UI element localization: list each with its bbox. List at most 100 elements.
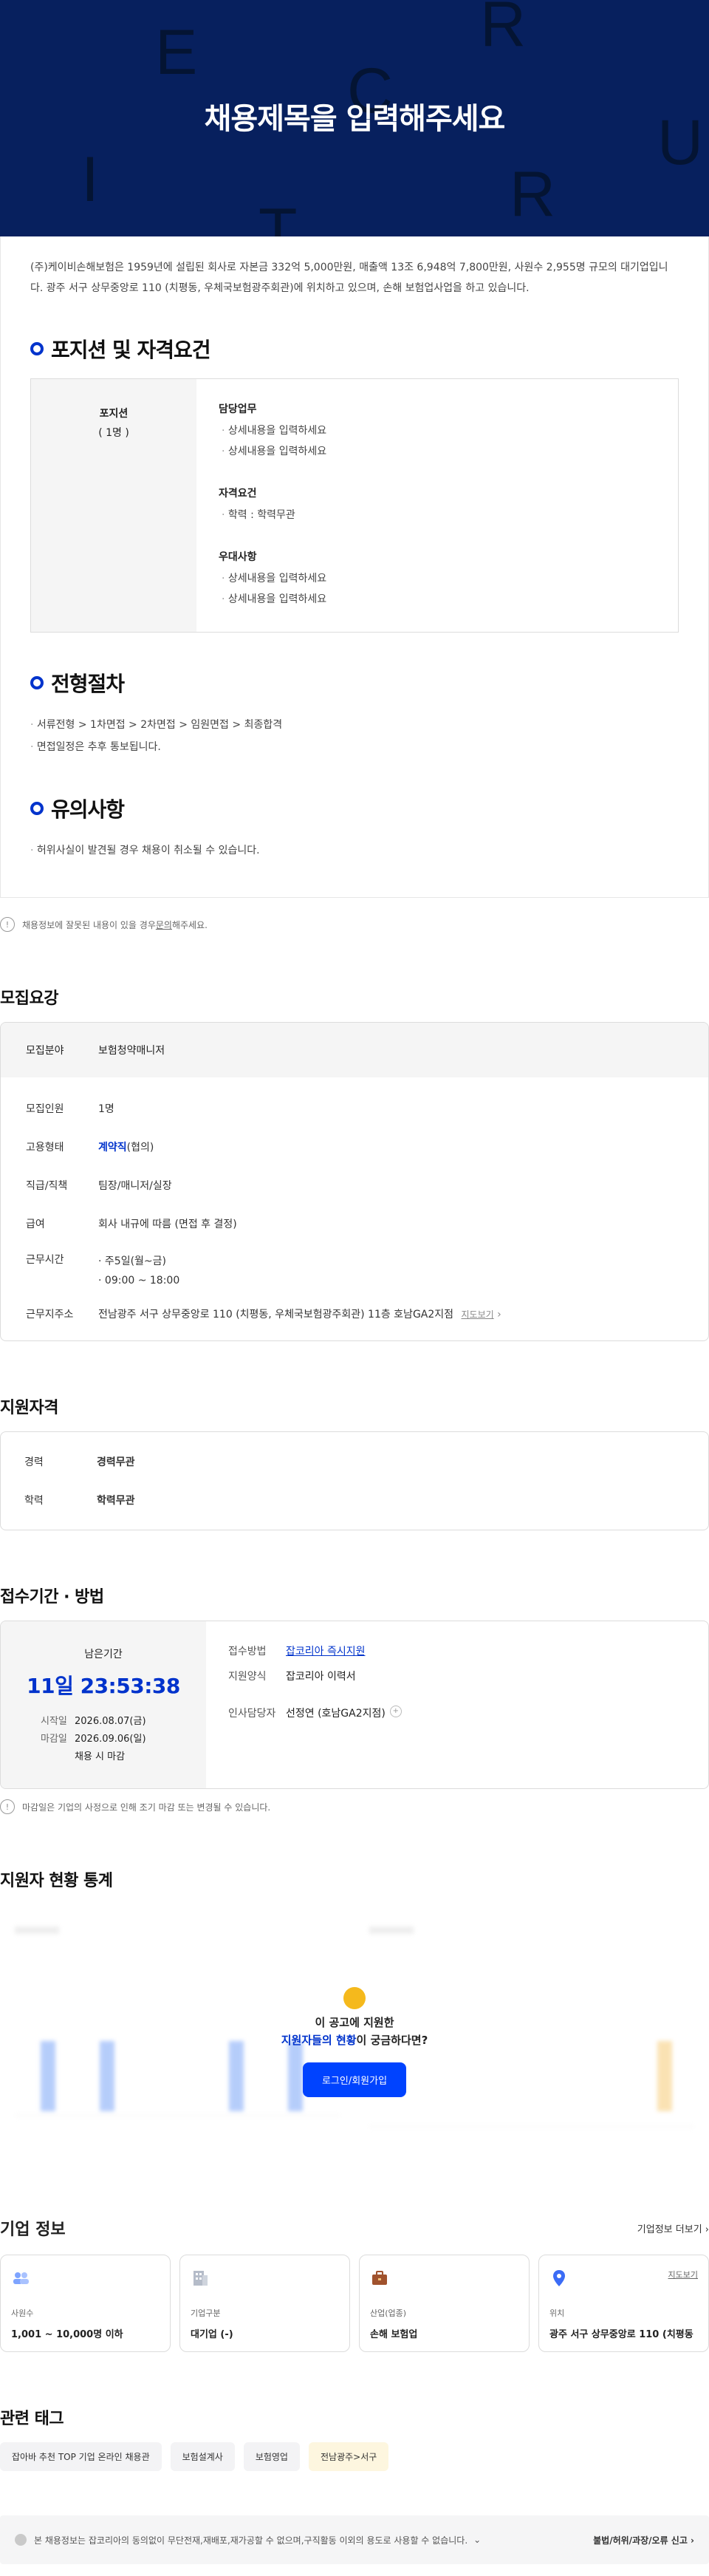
remain-label: 남은기간 <box>84 1649 123 1660</box>
list-item: 상세내용을 입력하세요 <box>219 420 656 441</box>
placeholder-bar <box>369 1926 414 1934</box>
add-icon[interactable]: + <box>389 1706 402 1717</box>
employment-note: (협의) <box>126 1142 154 1154</box>
instant-apply-link[interactable]: 잡코리아 즉시지원 <box>286 1643 366 1658</box>
copyright-note: 본 채용정보는 잡코리아의 동의없이 무단전재,재배포,재가공할 수 없으며,구… <box>15 2534 481 2546</box>
info-icon: ! <box>0 917 15 932</box>
table-row: 급여 회사 내규에 따름 (면접 후 결정) <box>1 1204 708 1243</box>
card-label: 사원수 <box>11 2308 34 2318</box>
row-value: 경력무관 <box>97 1456 135 1468</box>
card-label: 위치 <box>549 2308 565 2318</box>
apply-note: ! 마감일은 기업의 사정으로 인해 조기 마감 또는 변경될 수 있습니다. <box>0 1789 709 1814</box>
table-row: 직급/직책 팀장/매니저/실장 <box>1 1166 708 1204</box>
login-signup-button[interactable]: 로그인/회원가입 <box>302 2062 407 2097</box>
prompt-highlight: 지원자들의 현황 <box>281 2034 357 2047</box>
stats-login-prompt: 이 공고에 지원한 지원자들의 현황이 궁금하다면? 로그인/회원가입 <box>0 1987 709 2097</box>
row-value: · 주5일(월~금) · 09:00 ~ 18:00 <box>98 1252 179 1290</box>
card-value: 손해 보험업 <box>370 2329 418 2340</box>
row-label: 경력 <box>24 1456 44 1468</box>
report-link[interactable]: 불법/허위/과장/오류 신고 › <box>593 2534 694 2546</box>
company-card: 산업(업종) 손해 보험업 <box>359 2255 530 2352</box>
date-list: 시작일 2026.08.07(금) 마감일 2026.09.06(일) 채용 시 마… <box>1 1713 206 1766</box>
tags-title: 관련 태그 <box>0 2410 64 2428</box>
row-label: 학력 <box>24 1495 44 1507</box>
job-detail-body: (주)케이비손해보험은 1959년에 설립된 회사로 자본금 332억 5,00… <box>0 236 709 898</box>
section-title-text: 유의사항 <box>51 797 125 822</box>
chevron-right-icon: › <box>497 1309 501 1321</box>
duty-group: 담당업무 상세내용을 입력하세요 상세내용을 입력하세요 <box>219 401 656 462</box>
chevron-down-icon[interactable]: ⌄ <box>473 2535 481 2545</box>
placeholder-axis <box>369 2126 694 2127</box>
work-days: 주5일(월~금) <box>104 1255 166 1267</box>
tag-item[interactable]: 보험영업 <box>243 2442 300 2471</box>
table-row: 근무지주소 전남광주 서구 상무중앙로 110 (치평동, 우체국보험광주회관)… <box>1 1295 708 1333</box>
hero-letter: T <box>258 196 298 236</box>
copyright-text: 본 채용정보는 잡코리아의 동의없이 무단전재,재배포,재가공할 수 없으며,구… <box>34 2535 468 2546</box>
form-row: 지원양식 잡코리아 이력서 <box>228 1669 686 1683</box>
company-card: 사원수 1,001 ~ 10,000명 이하 <box>0 2255 171 2352</box>
start-date: 2026.08.07(금) <box>75 1716 146 1727</box>
report-text: 불법/허위/과장/오류 신고 <box>593 2535 688 2546</box>
row-value: 학력무관 <box>97 1495 135 1507</box>
thinking-face-icon <box>343 1987 366 2009</box>
list-item: 면접일정은 추후 통보됩니다. <box>30 736 679 758</box>
card-label: 기업구분 <box>191 2308 221 2318</box>
building-icon <box>193 2271 208 2286</box>
row-label: 근무시간 <box>26 1254 64 1266</box>
row-value: 회사 내규에 따름 (면접 후 결정) <box>98 1219 237 1230</box>
manager-label: 인사담당자 <box>228 1708 276 1720</box>
table-row: 고용형태 계약직(협의) <box>1 1128 708 1166</box>
section-title-text: 포지션 및 자격요건 <box>51 338 211 362</box>
table-row: 경력 경력무관 <box>24 1442 708 1481</box>
notice-list: 허위사실이 발견될 경우 채용이 취소될 수 있습니다. <box>30 839 679 862</box>
briefcase-icon <box>372 2271 387 2285</box>
list-item: 학력 : 학력무관 <box>219 505 656 525</box>
list-item: 상세내용을 입력하세요 <box>219 589 656 610</box>
chevron-right-icon: › <box>705 2224 709 2235</box>
apply-note-text: 마감일은 기업의 사정으로 인해 조기 마감 또는 변경될 수 있습니다. <box>22 1802 271 1813</box>
prompt-line2: 지원자들의 현황이 궁금하다면? <box>0 2031 709 2049</box>
section-title-notice: 유의사항 <box>30 794 679 823</box>
job-title: 채용제목을 입력해주세요 <box>204 102 506 136</box>
map-link[interactable]: 지도보기 <box>668 2269 698 2280</box>
company-more-link[interactable]: 기업정보 더보기 › <box>637 2221 709 2235</box>
report-note: ! 채용정보에 잘못된 내용이 있을 경우 문의 해주세요. <box>0 898 709 932</box>
row-label: 직급/직책 <box>26 1180 68 1192</box>
info-icon: ! <box>0 1799 15 1814</box>
row-label: 고용형태 <box>26 1142 64 1154</box>
report-note-prefix: 채용정보에 잘못된 내용이 있을 경우 <box>22 919 156 930</box>
section-title-text: 전형절차 <box>51 672 125 696</box>
list-item: 상세내용을 입력하세요 <box>219 568 656 589</box>
inquiry-link[interactable]: 문의 <box>156 919 172 931</box>
tag-item[interactable]: 전남광주>서구 <box>308 2442 389 2471</box>
work-hours: 09:00 ~ 18:00 <box>104 1275 180 1287</box>
map-link[interactable]: 지도보기 <box>462 1309 494 1320</box>
apply-period-box: 남은기간 11일 23:53:38 시작일 2026.08.07(금) 마감일 20… <box>0 1621 709 1789</box>
copyright-footer: 본 채용정보는 잡코리아의 동의없이 무단전재,재배포,재가공할 수 없으며,구… <box>0 2515 709 2564</box>
recruit-field-row: 모집분야 보험청약매니저 <box>1 1023 708 1077</box>
company-title: 기업 정보 <box>0 2221 66 2239</box>
hero-banner: E R C I R U T 채용제목을 입력해주세요 <box>0 0 709 236</box>
row-label: 모집인원 <box>26 1103 64 1115</box>
company-card: 기업구분 대기업 (-) <box>179 2255 350 2352</box>
list-item: 허위사실이 발견될 경우 채용이 취소될 수 있습니다. <box>30 839 679 862</box>
hero-letter: I <box>81 144 99 215</box>
position-count: ( 1명 ) <box>98 427 129 439</box>
end-date-row: 마감일 2026.09.06(일) <box>41 1731 206 1748</box>
position-label: 포지션 <box>99 408 129 420</box>
list-item: · 09:00 ~ 18:00 <box>98 1275 180 1287</box>
apply-method-panel: 접수방법 잡코리아 즉시지원 지원양식 잡코리아 이력서 인사담당자 선정연 (호남G… <box>206 1621 708 1788</box>
group-title: 우대사항 <box>219 551 257 563</box>
tag-item[interactable]: 잡아바 추천 TOP 기업 온라인 채용관 <box>0 2442 162 2471</box>
qualification-title: 지원자격 <box>0 1399 58 1417</box>
company-header: 기업 정보 기업정보 더보기 › <box>0 2216 709 2240</box>
position-details-cell: 담당업무 상세내용을 입력하세요 상세내용을 입력하세요 자격요건 학력 : 학… <box>196 379 678 632</box>
manager-value: 선정연 (호남GA2지점) <box>286 1708 386 1720</box>
end-date: 2026.09.06(일) <box>75 1734 146 1745</box>
bullet-ring-icon <box>30 342 44 355</box>
tag-item[interactable]: 보험설계사 <box>170 2442 235 2471</box>
position-table: 포지션 ( 1명 ) 담당업무 상세내용을 입력하세요 상세내용을 입력하세요 … <box>30 378 679 633</box>
group-title: 자격요건 <box>219 488 257 500</box>
section-title-process: 전형절차 <box>30 668 679 698</box>
method-row: 접수방법 잡코리아 즉시지원 <box>228 1643 686 1658</box>
